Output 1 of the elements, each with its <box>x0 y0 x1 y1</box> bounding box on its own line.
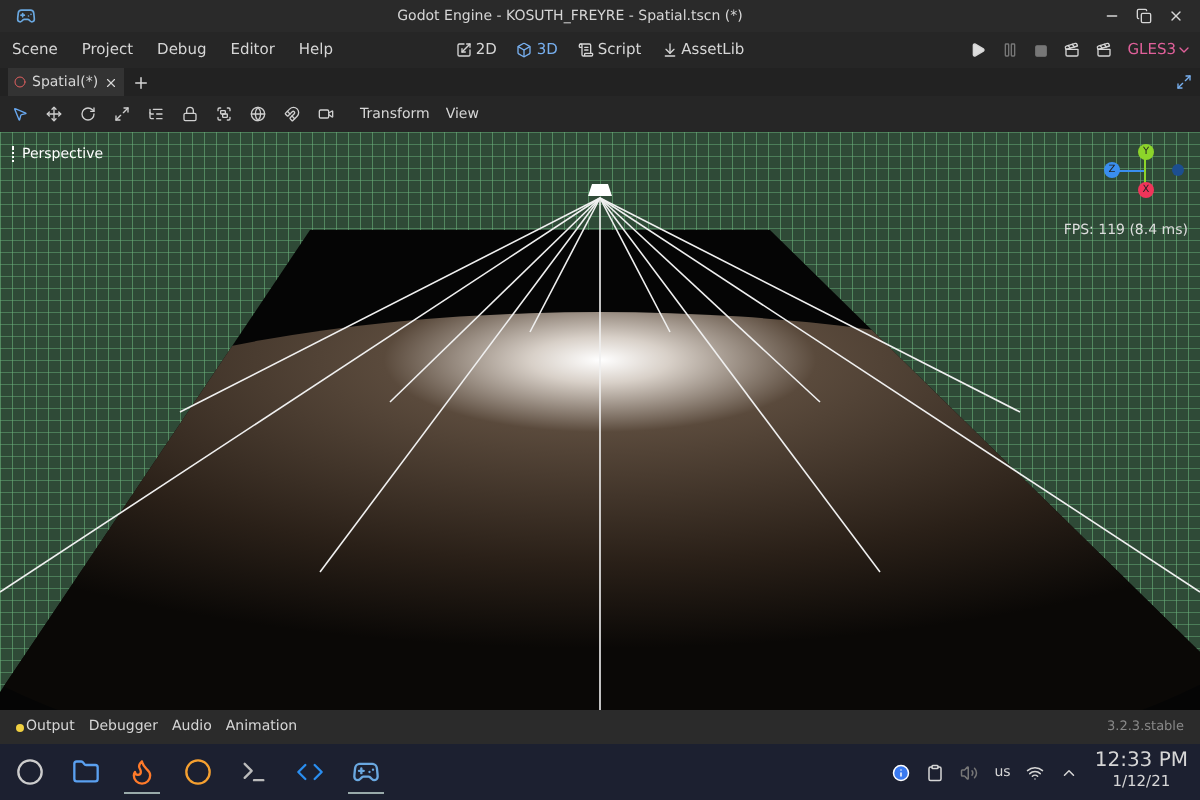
clock-time[interactable]: 12:33 PM <box>1094 752 1188 772</box>
